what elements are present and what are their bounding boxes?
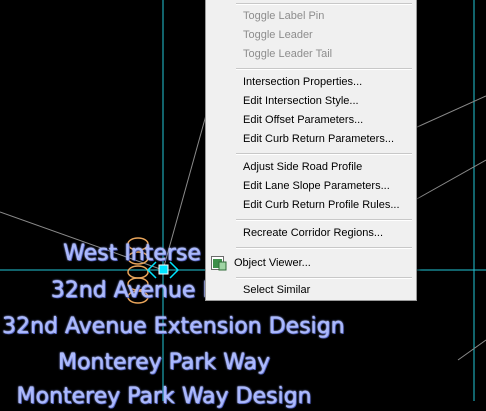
menu-item-toggle-label-pin[interactable]: Toggle Label Pin (206, 7, 416, 26)
menu-item-toggle-leader-tail[interactable]: Toggle Leader Tail (206, 45, 416, 64)
road-edge-right (414, 95, 486, 129)
object-viewer-icon (211, 256, 227, 271)
menu-separator (236, 153, 412, 155)
menu-item-object-viewer[interactable]: Object Viewer... (206, 254, 416, 273)
menu-separator (236, 219, 412, 221)
menu-item-edit-curb-return-profile-rules[interactable]: Edit Curb Return Profile Rules... (206, 196, 416, 215)
road-centerline-right (414, 159, 486, 201)
menu-item-edit-intersection-style[interactable]: Edit Intersection Style... (206, 92, 416, 111)
alignment-label: 32nd Avenue Extension Design (2, 314, 345, 339)
menu-separator (236, 3, 412, 5)
menu-item-label: Object Viewer... (234, 257, 311, 269)
menu-separator (236, 68, 412, 70)
menu-item-edit-curb-return-parameters[interactable]: Edit Curb Return Parameters... (206, 130, 416, 149)
menu-separator (236, 277, 412, 279)
menu-item-select-similar[interactable]: Select Similar (206, 281, 416, 300)
alignment-label: Monterey Park Way Design (16, 384, 312, 409)
context-menu: Toggle Label Pin Toggle Leader Toggle Le… (205, 0, 417, 301)
menu-item-intersection-properties[interactable]: Intersection Properties... (206, 73, 416, 92)
menu-item-edit-offset-parameters[interactable]: Edit Offset Parameters... (206, 111, 416, 130)
menu-separator (236, 247, 412, 249)
menu-item-toggle-leader[interactable]: Toggle Leader (206, 26, 416, 45)
menu-item-recreate-corridor-regions[interactable]: Recreate Corridor Regions... (206, 224, 416, 243)
menu-item-edit-lane-slope-parameters[interactable]: Edit Lane Slope Parameters... (206, 177, 416, 196)
menu-item-adjust-side-road-profile[interactable]: Adjust Side Road Profile (206, 158, 416, 177)
alignment-label: Monterey Park Way (57, 350, 271, 375)
road-centerline-lower-right (457, 339, 486, 361)
